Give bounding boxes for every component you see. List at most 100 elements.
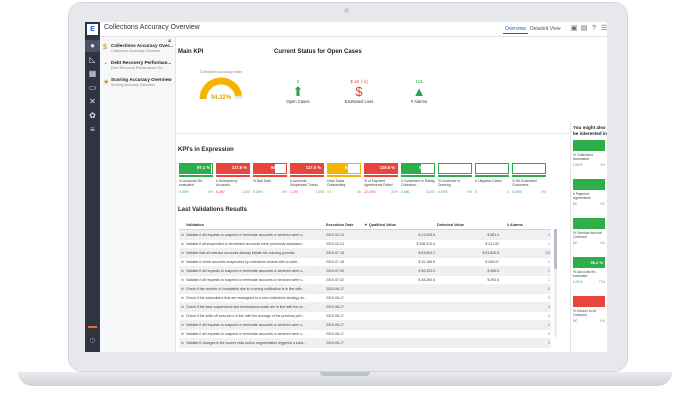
copy-icon[interactable]: ▤ xyxy=(580,24,588,33)
lock-icon[interactable]: ▣ xyxy=(570,24,578,33)
kpi-target: 20% xyxy=(391,190,398,194)
row-expand-icon[interactable]: ⊕ xyxy=(181,305,184,309)
kpi-value: 119.5 % xyxy=(379,165,395,170)
dollar-icon: $ xyxy=(355,84,363,99)
kpi-current: 0.00% xyxy=(438,190,448,194)
status-card[interactable]: 115 ▲ # Alarms xyxy=(399,79,439,115)
row-expand-icon[interactable]: ⊕ xyxy=(181,341,184,345)
power-icon[interactable]: ⏻ xyxy=(85,338,100,346)
kpi-tile[interactable]: 61.2 % Days Sales Outstanding 58 60 xyxy=(327,163,361,197)
table-scrollbar[interactable] xyxy=(554,229,557,337)
cell-date: 2019-07-18 xyxy=(326,259,344,264)
row-expand-icon[interactable]: ⊕ xyxy=(181,251,184,255)
kpi-tile[interactable]: % Customer in Dunning 0.00% 0% xyxy=(438,163,472,197)
kpi-current: 6,480 xyxy=(216,190,225,194)
kpi-current: 0.00% xyxy=(512,190,522,194)
row-expand-icon[interactable]: ⊕ xyxy=(181,332,184,336)
suggestion-card[interactable]: # Payment Agreements NC NC xyxy=(573,179,605,209)
gauge-icon: ◔ xyxy=(103,61,108,68)
kpi-tile[interactable]: 119.5 % % of Payment Agreements Failed 23.… xyxy=(364,163,398,197)
sidebar-item-subtitle: Collections Accuracy Overview xyxy=(111,49,161,53)
status-card[interactable]: 2 ⬆ Open Cases xyxy=(278,79,318,115)
cell-validation: Check if the total suspensions and termi… xyxy=(186,304,306,309)
cell-qualified: $ 398,519.6 xyxy=(416,241,436,246)
row-expand-icon[interactable]: ⊕ xyxy=(181,287,184,291)
sidebar-item-subtitle: Debt Recovery Performance Ov... xyxy=(111,66,165,70)
dashboard-content: Main KPI Collections accuracy index 94.3… xyxy=(176,37,569,352)
table-row[interactable]: ⊕ Validate if changes in the scores risks… xyxy=(179,338,551,348)
kpi-tile[interactable]: 64.1 % % Bad Debt 0.36% 0% xyxy=(253,163,287,197)
row-expand-icon[interactable]: ⊕ xyxy=(181,269,184,273)
chart-icon[interactable]: ◺ xyxy=(85,54,100,66)
suggestion-target: NC xyxy=(600,202,605,206)
suggestion-current: NC xyxy=(573,319,578,323)
cell-validation: Validate if all requests to suspend or t… xyxy=(186,268,305,273)
suggestion-target: 0% xyxy=(600,163,605,167)
suggestion-target: NC xyxy=(600,241,605,245)
cell-alarms: 1 xyxy=(548,277,550,282)
cell-alarms: 1 xyxy=(548,232,550,237)
kpi-tile[interactable]: % Re-Evaluated Customers 0.00% 0% xyxy=(512,163,546,197)
sidebar-item-subtitle: Scoring Accuracy Overview xyxy=(111,83,155,87)
sidebar-item-1[interactable]: $ Collections Accuracy Over... Collections… xyxy=(103,43,173,57)
inbox-icon[interactable]: ▭ xyxy=(85,82,100,94)
cell-alarms: 0 xyxy=(548,322,550,327)
cell-validation: Validate if all requests to suspend or t… xyxy=(186,331,305,336)
dashboard-icon[interactable]: ▦ xyxy=(85,68,100,80)
tab-detailed-view[interactable]: Detailed View xyxy=(528,25,562,33)
kpi-underline xyxy=(290,175,324,177)
menu-icon[interactable]: ☰ xyxy=(600,24,607,33)
col-execution-date[interactable]: Execution Date xyxy=(326,223,353,227)
kpi-label: Days Sales Outstanding xyxy=(327,179,346,187)
cell-qualified: $ 48,260.6 xyxy=(418,277,435,282)
row-expand-icon[interactable]: ⊕ xyxy=(181,296,184,300)
tab-overview[interactable]: Overview xyxy=(503,25,528,34)
scroll-thumb[interactable] xyxy=(554,229,557,269)
suggestion-label: % Overdue Amount Collected xyxy=(573,231,602,239)
cell-date: 2019-06-17 xyxy=(326,286,344,291)
webcam xyxy=(344,8,349,13)
row-expand-icon[interactable]: ⊕ xyxy=(181,278,184,282)
kpi-underline xyxy=(253,175,287,177)
app-logo[interactable]: E xyxy=(87,24,98,35)
suggestion-card[interactable]: 90.2 % % Accounts Re-evaluated 0.00% 77% xyxy=(573,257,605,287)
kpi-target: 5,000 xyxy=(426,190,436,194)
gear-icon[interactable]: ✿ xyxy=(85,110,100,122)
help-icon[interactable]: ? xyxy=(590,24,598,33)
kpi-target: 0% xyxy=(208,190,213,194)
suggestion-card[interactable]: % Overdue Amount Collected NC NC xyxy=(573,218,605,248)
eye-icon[interactable]: ● xyxy=(85,40,100,52)
kpi-tile[interactable]: 117.6 % # Delinquency Accounts 6,480 1,000 xyxy=(216,163,250,197)
suggestion-bar xyxy=(573,140,605,151)
kpi-tile[interactable]: 117.6 % # Accounts Suspended Transf. 1.4% 1… xyxy=(290,163,324,197)
tools-icon[interactable]: ✕ xyxy=(85,96,100,108)
row-expand-icon[interactable]: ⊕ xyxy=(181,323,184,327)
cell-detected: $ 358.6 xyxy=(487,268,499,273)
suggestion-current: 0.00% xyxy=(573,280,583,284)
list-icon[interactable]: ≡ xyxy=(85,124,100,136)
suggestion-card[interactable]: % Amount to be Collected NC 0% xyxy=(573,296,605,326)
col-alarms[interactable]: # Alarms xyxy=(507,223,523,227)
status-card[interactable]: $ 1K (-1) $ Estimated Loss xyxy=(339,79,379,115)
col-qualified-value[interactable]: ▼ Qualified Value xyxy=(364,223,396,227)
row-expand-icon[interactable]: ⊕ xyxy=(181,314,184,318)
kpi-target: 1,000 xyxy=(241,190,251,194)
cell-alarms: 0 xyxy=(548,313,550,318)
cell-alarms: 125 xyxy=(545,250,550,255)
suggestion-label: % Accounts Re-evaluated xyxy=(573,270,597,278)
kpi-tile[interactable]: 58.5 % # Customers in Rating Collection..… xyxy=(401,163,435,197)
row-expand-icon[interactable]: ⊕ xyxy=(181,260,184,264)
row-expand-icon[interactable]: ⊕ xyxy=(181,233,184,237)
sidebar-item-2[interactable]: ◔ Debt Recovery Performan... Debt Recovery… xyxy=(103,60,173,74)
row-expand-icon[interactable]: ⊕ xyxy=(181,242,184,246)
kpi-tile[interactable]: # Litigation Cases 0 0 xyxy=(475,163,509,197)
col-validation[interactable]: Validation xyxy=(186,223,204,227)
cell-date: 2019-10-13 xyxy=(326,232,344,237)
kpi-underline xyxy=(401,175,435,177)
suggestion-card[interactable]: % Collections Automated 0.00% 0% xyxy=(573,140,605,170)
sidebar-item-3[interactable]: ★ Scoring Accuracy Overview Scoring Accura… xyxy=(103,77,173,91)
kpi-tile[interactable]: 97.1 % % Accounts Re-evaluated 0.00% 0% xyxy=(179,163,213,197)
col-detected-value[interactable]: Detected Value xyxy=(437,223,464,227)
kpi-current: 23.45% xyxy=(364,190,376,194)
cell-alarms: 0 xyxy=(548,340,550,345)
